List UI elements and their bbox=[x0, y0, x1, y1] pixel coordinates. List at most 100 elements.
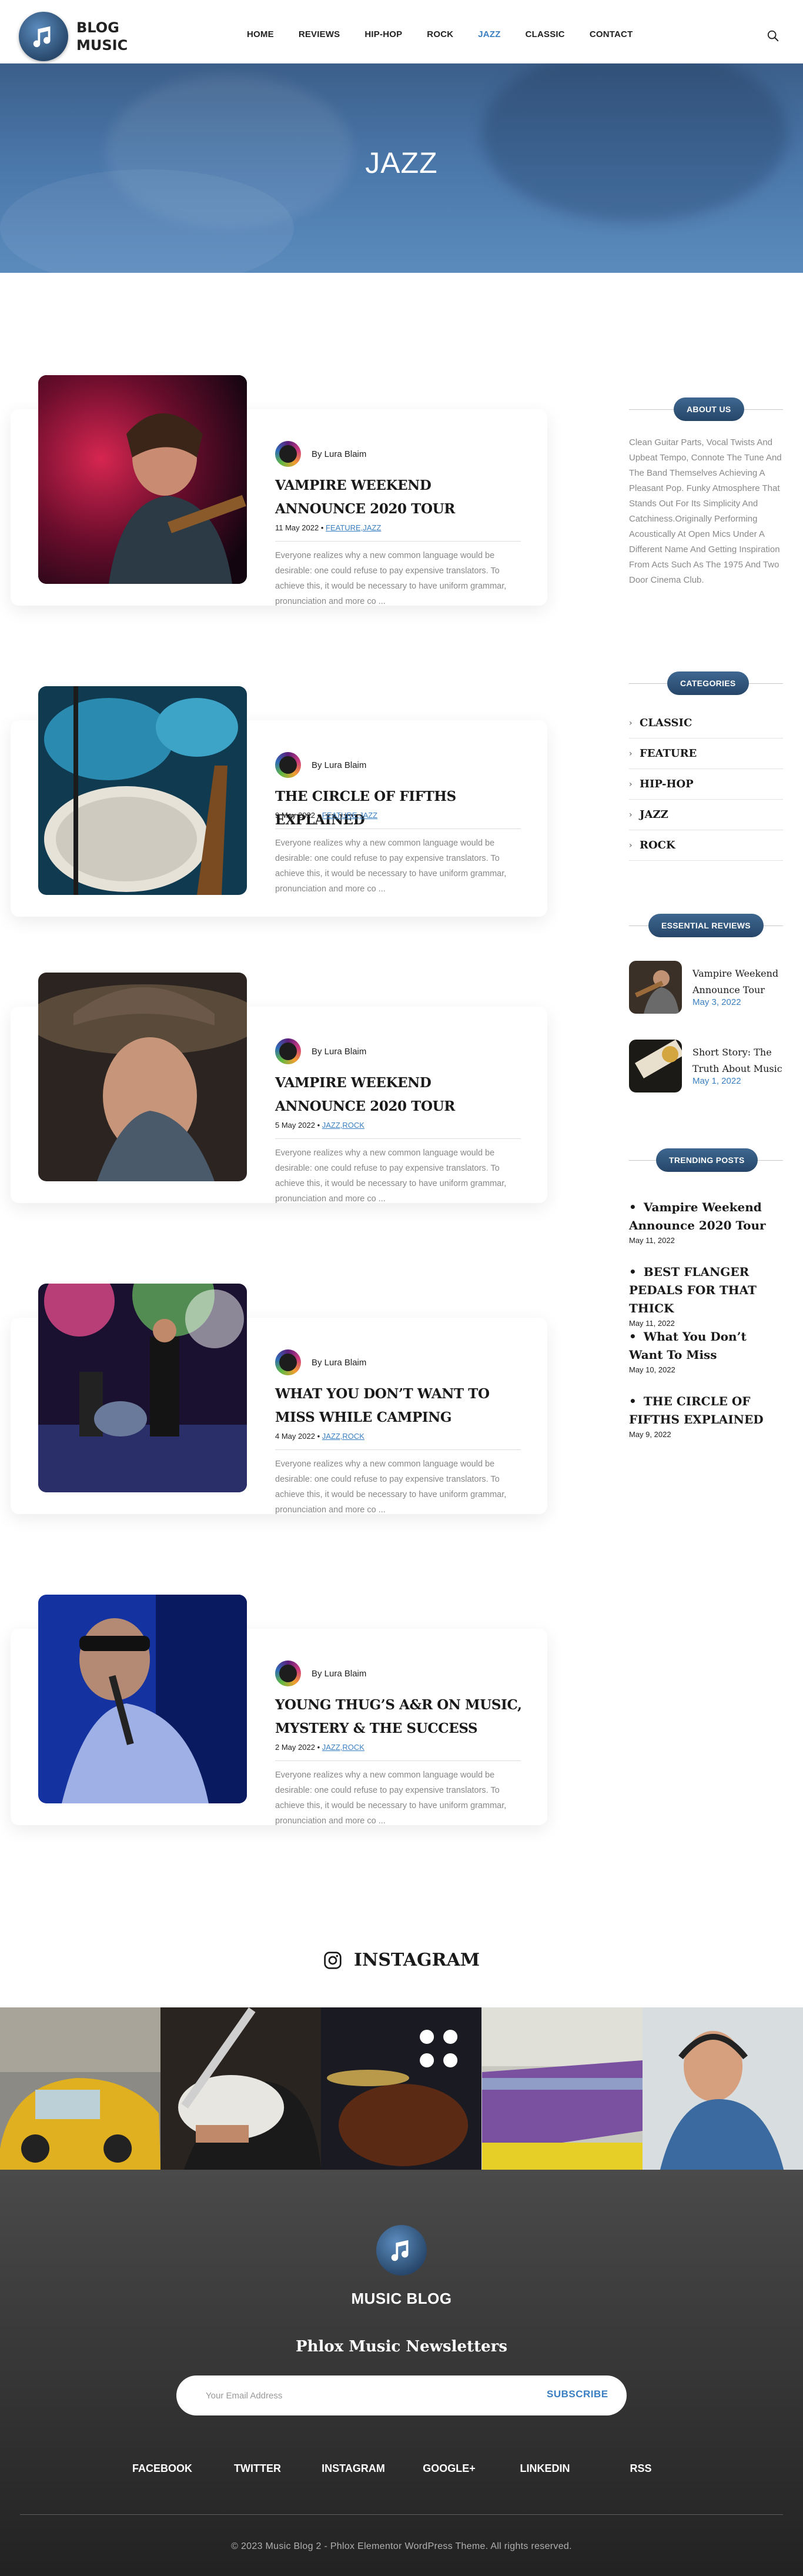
post-title[interactable]: WHAT YOU DON’T WANT TO MISS WHILE CAMPIN… bbox=[275, 1382, 522, 1429]
nav-reviews[interactable]: REVIEWS bbox=[299, 29, 340, 39]
post-date: 2 May 2022 bbox=[275, 1743, 315, 1752]
post-author[interactable]: By Lura Blaim bbox=[275, 1660, 366, 1686]
post-author[interactable]: By Lura Blaim bbox=[275, 1349, 366, 1375]
meta-separator: • bbox=[317, 1743, 320, 1752]
social-googleplus-link[interactable]: GOOGLE+ bbox=[423, 2463, 476, 2475]
post-author[interactable]: By Lura Blaim bbox=[275, 1038, 366, 1064]
chevron-right-icon: › bbox=[629, 718, 633, 728]
trending-item[interactable]: BEST FLANGER PEDALS FOR THAT THICK May 1… bbox=[629, 1263, 783, 1328]
instagram-photo[interactable] bbox=[0, 2007, 161, 2170]
logo-line-2: MUSIC bbox=[76, 37, 128, 54]
chevron-right-icon: › bbox=[629, 779, 633, 789]
review-item[interactable]: Vampire Weekend Announce Tour May 3, 202… bbox=[629, 961, 783, 1014]
instagram-photo[interactable] bbox=[321, 2007, 482, 2170]
trending-title[interactable]: Vampire Weekend Announce 2020 Tour bbox=[629, 1198, 783, 1235]
post-meta: 11 May 2022 • FEATURE,JAZZ bbox=[275, 523, 381, 532]
review-item[interactable]: Short Story: The Truth About Music May 1… bbox=[629, 1040, 783, 1092]
post-date: 11 May 2022 bbox=[275, 523, 319, 532]
category-item[interactable]: › JAZZ bbox=[629, 800, 783, 830]
category-item[interactable]: › HIP-HOP bbox=[629, 769, 783, 800]
category-item[interactable]: › FEATURE bbox=[629, 739, 783, 769]
category-item[interactable]: › ROCK bbox=[629, 830, 783, 861]
site-logo-text[interactable]: BLOG MUSIC bbox=[76, 19, 128, 54]
trending-item[interactable]: Vampire Weekend Announce 2020 Tour May 1… bbox=[629, 1198, 783, 1245]
review-date: May 1, 2022 bbox=[692, 1076, 741, 1086]
site-header: BLOG MUSIC HOME REVIEWS HIP-HOP ROCK JAZ… bbox=[0, 0, 803, 64]
instagram-photo[interactable] bbox=[642, 2007, 803, 2170]
category-item[interactable]: › CLASSIC bbox=[629, 708, 783, 739]
instagram-photo[interactable] bbox=[160, 2007, 322, 2170]
post-author[interactable]: By Lura Blaim bbox=[275, 441, 366, 467]
review-title[interactable]: Vampire Weekend Announce Tour bbox=[692, 965, 783, 998]
nav-rock[interactable]: ROCK bbox=[427, 29, 453, 39]
review-title[interactable]: Short Story: The Truth About Music bbox=[692, 1044, 783, 1077]
post-tags-link[interactable]: FEATURE,JAZZ bbox=[322, 811, 377, 820]
meta-separator: • bbox=[317, 1432, 320, 1441]
post-divider bbox=[275, 1449, 521, 1450]
social-facebook-link[interactable]: FACEBOOK bbox=[132, 2463, 192, 2475]
newsletter-form: SUBSCRIBE bbox=[176, 2375, 627, 2415]
review-thumbnail[interactable] bbox=[629, 1040, 682, 1092]
social-linkedin-link[interactable]: LINKEDIN bbox=[520, 2463, 570, 2475]
review-date: May 3, 2022 bbox=[692, 997, 741, 1007]
post-thumbnail[interactable] bbox=[38, 375, 247, 584]
author-avatar bbox=[275, 752, 301, 778]
trending-title[interactable]: THE CIRCLE OF FIFTHS EXPLAINED bbox=[629, 1392, 783, 1429]
post-title[interactable]: YOUNG THUG’S A&R ON MUSIC, MYSTERY & THE… bbox=[275, 1693, 522, 1740]
meta-separator: • bbox=[320, 523, 324, 532]
post-tags-link[interactable]: JAZZ,ROCK bbox=[322, 1743, 364, 1752]
trending-item[interactable]: THE CIRCLE OF FIFTHS EXPLAINED May 9, 20… bbox=[629, 1392, 783, 1439]
site-footer: MUSIC BLOG Phlox Music Newsletters SUBSC… bbox=[0, 2170, 803, 2576]
instagram-title: INSTAGRAM bbox=[353, 1950, 480, 1970]
nav-home[interactable]: HOME bbox=[247, 29, 274, 39]
page-hero-banner: JAZZ bbox=[0, 64, 803, 273]
trending-heading: TRENDING POSTS bbox=[656, 1148, 758, 1172]
newsletter-title: Phlox Music Newsletters bbox=[296, 2338, 507, 2356]
post-tags-link[interactable]: JAZZ,ROCK bbox=[322, 1432, 364, 1441]
post-excerpt: Everyone realizes why a new common langu… bbox=[275, 1459, 507, 1515]
post-title[interactable]: VAMPIRE WEEKEND ANNOUNCE 2020 TOUR bbox=[275, 474, 522, 521]
post-title[interactable]: VAMPIRE WEEKEND ANNOUNCE 2020 TOUR bbox=[275, 1071, 522, 1118]
post-tags-link[interactable]: JAZZ,ROCK bbox=[322, 1121, 364, 1130]
nav-jazz[interactable]: JAZZ bbox=[478, 29, 500, 39]
post-date: 4 May 2022 bbox=[275, 1432, 315, 1441]
chevron-right-icon: › bbox=[629, 749, 633, 759]
post-thumbnail[interactable] bbox=[38, 1284, 247, 1492]
trending-title[interactable]: BEST FLANGER PEDALS FOR THAT THICK bbox=[629, 1263, 783, 1318]
nav-contact[interactable]: CONTACT bbox=[590, 29, 633, 39]
post-divider bbox=[275, 1760, 521, 1761]
trending-title[interactable]: What You Don’t Want To Miss bbox=[629, 1328, 783, 1364]
post-card: By Lura Blaim VAMPIRE WEEKEND ANNOUNCE 2… bbox=[11, 973, 547, 1204]
review-thumbnail[interactable] bbox=[629, 961, 682, 1014]
author-avatar bbox=[275, 1660, 301, 1686]
post-thumbnail[interactable] bbox=[38, 686, 247, 895]
post-meta: 5 May 2022 • JAZZ,ROCK bbox=[275, 1121, 364, 1130]
social-twitter-link[interactable]: TWITTER bbox=[234, 2463, 281, 2475]
nav-hip-hop[interactable]: HIP-HOP bbox=[364, 29, 402, 39]
about-text: Clean Guitar Parts, Vocal Twists And Upb… bbox=[629, 437, 782, 585]
search-icon[interactable] bbox=[767, 29, 779, 42]
categories-heading: CATEGORIES bbox=[667, 671, 749, 695]
nav-classic[interactable]: CLASSIC bbox=[526, 29, 565, 39]
author-name: By Lura Blaim bbox=[312, 449, 367, 459]
post-thumbnail[interactable] bbox=[38, 973, 247, 1181]
footer-music-note-icon[interactable] bbox=[376, 2225, 427, 2276]
post-title[interactable]: THE CIRCLE OF FIFTHS EXPLAINED bbox=[275, 785, 522, 832]
social-instagram-link[interactable]: INSTAGRAM bbox=[322, 2463, 385, 2475]
trending-item[interactable]: What You Don’t Want To Miss May 10, 2022 bbox=[629, 1328, 783, 1374]
author-name: By Lura Blaim bbox=[312, 1668, 367, 1679]
post-date: 5 May 2022 bbox=[275, 1121, 315, 1130]
post-thumbnail[interactable] bbox=[38, 1595, 247, 1803]
post-excerpt: Everyone realizes why a new common langu… bbox=[275, 551, 507, 606]
music-note-logo-icon[interactable] bbox=[19, 12, 68, 61]
post-tags-link[interactable]: FEATURE,JAZZ bbox=[326, 523, 381, 532]
subscribe-button[interactable]: SUBSCRIBE bbox=[547, 2388, 608, 2400]
post-author[interactable]: By Lura Blaim bbox=[275, 752, 366, 778]
main-nav: HOME REVIEWS HIP-HOP ROCK JAZZ CLASSIC C… bbox=[247, 29, 657, 39]
email-field[interactable] bbox=[206, 2375, 500, 2415]
footer-brand: MUSIC BLOG bbox=[351, 2290, 452, 2307]
reviews-heading: ESSENTIAL REVIEWS bbox=[648, 914, 764, 937]
social-rss-link[interactable]: RSS bbox=[630, 2463, 651, 2475]
instagram-photo[interactable] bbox=[481, 2007, 643, 2170]
category-label: ROCK bbox=[640, 839, 675, 851]
